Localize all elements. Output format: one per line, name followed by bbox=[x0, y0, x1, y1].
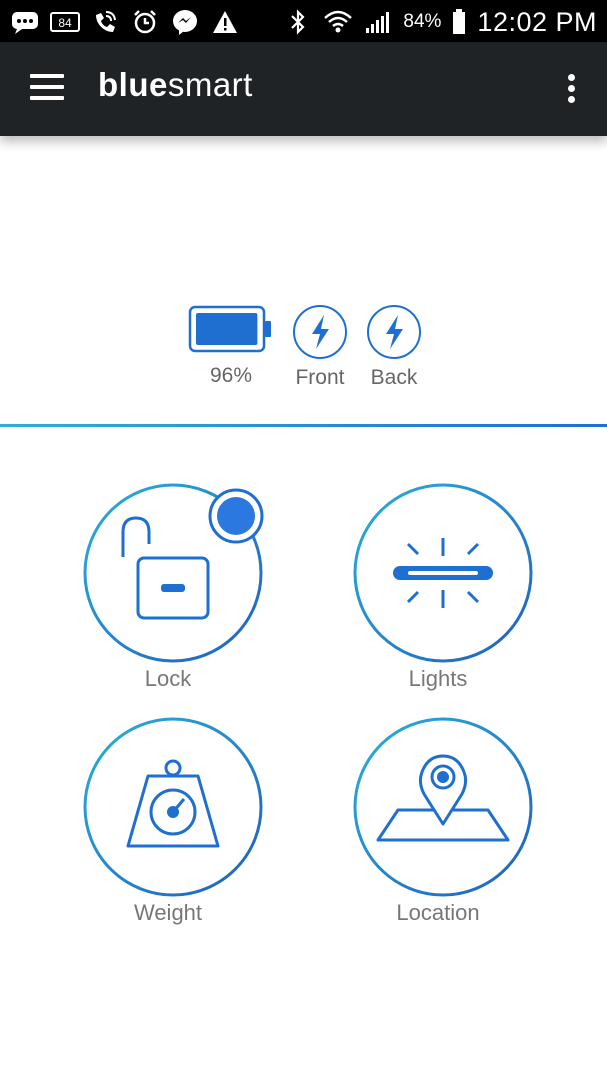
location-label: Location bbox=[396, 900, 480, 925]
front-charge-icon bbox=[293, 305, 347, 359]
battery-percent: 84% bbox=[403, 11, 442, 32]
lights-label: Lights bbox=[408, 666, 468, 691]
signal-icon bbox=[363, 8, 393, 36]
bluetooth-icon bbox=[283, 8, 313, 36]
status-bar: 84 84% 12:02 PM bbox=[0, 0, 607, 42]
map-pin-icon bbox=[353, 717, 533, 897]
weight-scale-icon bbox=[83, 717, 263, 897]
front-label: Front bbox=[295, 366, 345, 389]
message-icon bbox=[10, 8, 40, 36]
brand-light: smart bbox=[167, 66, 253, 103]
light-bar-icon bbox=[353, 483, 533, 663]
messenger-icon bbox=[170, 8, 200, 36]
wifi-icon bbox=[323, 8, 353, 36]
app-bar: bluesmart bbox=[0, 42, 607, 136]
back-label: Back bbox=[370, 366, 418, 389]
lock-status-indicator bbox=[208, 488, 264, 544]
back-charge-icon bbox=[367, 305, 421, 359]
warning-icon bbox=[210, 8, 240, 36]
device-status-row: 96% Front Back bbox=[0, 303, 607, 393]
more-options-icon[interactable] bbox=[565, 74, 577, 104]
section-divider bbox=[0, 424, 607, 427]
wifi-call-icon bbox=[90, 8, 120, 36]
battery-icon bbox=[188, 305, 271, 353]
temperature-icon: 84 bbox=[50, 8, 80, 36]
back-charge-status: Back bbox=[362, 303, 426, 390]
alarm-icon bbox=[130, 8, 160, 36]
clock: 12:02 PM bbox=[477, 6, 597, 37]
brand-logo: bluesmart bbox=[98, 66, 253, 104]
battery-level-label: 96% bbox=[209, 364, 253, 387]
lock-label: Lock bbox=[144, 666, 192, 691]
lights-tile[interactable]: Lights bbox=[343, 482, 533, 692]
weight-tile[interactable]: Weight bbox=[73, 716, 263, 926]
lock-tile[interactable]: Lock bbox=[73, 482, 264, 692]
weight-label: Weight bbox=[133, 900, 203, 925]
location-tile[interactable]: Location bbox=[343, 716, 533, 926]
front-charge-status: Front bbox=[288, 303, 352, 390]
brand-bold: blue bbox=[98, 66, 168, 103]
battery-status: 96% bbox=[188, 303, 274, 388]
svg-text:84: 84 bbox=[58, 16, 72, 30]
phone-battery-icon bbox=[451, 8, 467, 36]
menu-icon[interactable] bbox=[30, 74, 64, 104]
